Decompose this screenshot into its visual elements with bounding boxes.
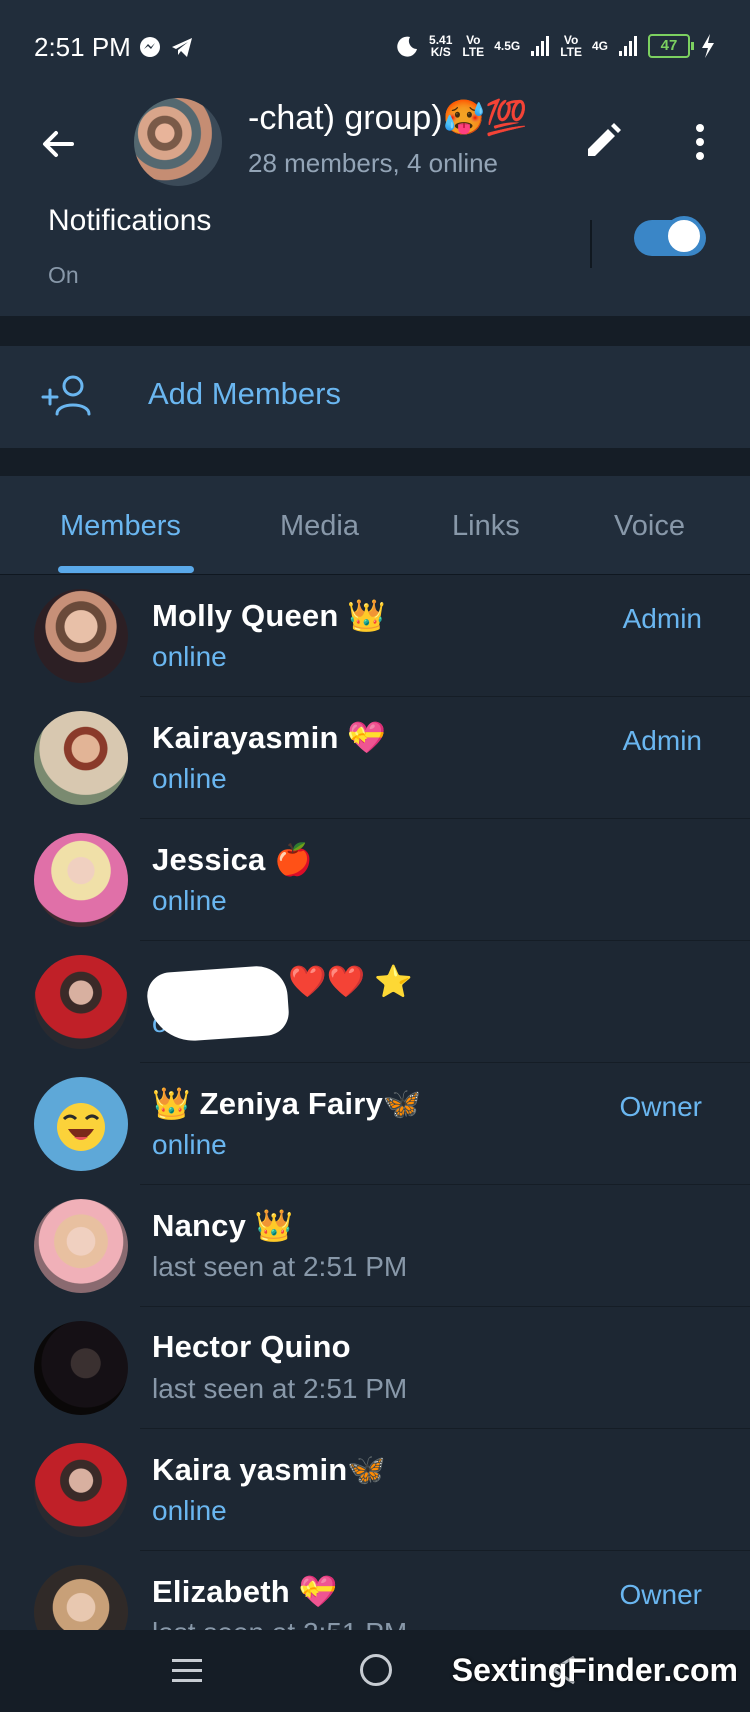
toggle-knob bbox=[664, 216, 704, 256]
list-item[interactable]: ❤️❤️ ⭐ online bbox=[0, 941, 750, 1063]
active-tab-indicator bbox=[58, 566, 194, 573]
vo-lte-2: Vo LTE bbox=[560, 33, 582, 59]
moon-icon bbox=[397, 36, 418, 57]
avatar bbox=[34, 589, 128, 683]
avatar bbox=[34, 833, 128, 927]
network-4-5g: 4.5G bbox=[494, 39, 521, 53]
member-name: Elizabeth 💝 bbox=[152, 1574, 338, 1609]
member-status: last seen at 2:51 PM bbox=[152, 1373, 408, 1404]
notifications-title: Notifications bbox=[48, 204, 212, 237]
section-gap bbox=[0, 316, 750, 346]
member-name: Hector Quino bbox=[152, 1329, 351, 1364]
signal-icon bbox=[531, 36, 550, 56]
avatar bbox=[34, 711, 128, 805]
more-vertical-icon[interactable] bbox=[676, 118, 724, 166]
add-members-label: Add Members bbox=[148, 376, 341, 411]
notifications-toggle[interactable] bbox=[634, 216, 706, 256]
member-role: Admin bbox=[622, 725, 702, 756]
list-item[interactable]: Kairayasmin 💝 online Admin bbox=[0, 697, 750, 819]
tab-members[interactable]: Members bbox=[60, 510, 181, 543]
charging-icon bbox=[702, 34, 714, 58]
status-bar: 2:51 PM 5.41 K/S Vo LTE 4.5G Vo LTE 4G 4… bbox=[0, 0, 750, 92]
redaction-scribble bbox=[145, 964, 291, 1044]
tab-voice[interactable]: Voice bbox=[614, 510, 685, 543]
member-status: last seen at 2:51 PM bbox=[152, 1617, 407, 1630]
avatar bbox=[34, 1321, 128, 1415]
list-item[interactable]: Elizabeth 💝 last seen at 2:51 PM Owner bbox=[0, 1551, 750, 1630]
home-icon[interactable] bbox=[360, 1654, 392, 1686]
group-title: -chat) group)🥵💯 bbox=[248, 99, 528, 137]
member-status: online bbox=[152, 1495, 227, 1526]
member-name: Kairayasmin 💝 bbox=[152, 720, 387, 755]
member-status: online bbox=[152, 1129, 227, 1160]
status-time: 2:51 PM bbox=[34, 32, 131, 62]
system-nav-bar: SextingFinder.com bbox=[0, 1630, 750, 1712]
battery-indicator: 47 bbox=[648, 34, 694, 58]
member-status: online bbox=[152, 641, 227, 672]
member-status: online bbox=[152, 885, 227, 916]
pencil-icon[interactable] bbox=[578, 118, 626, 166]
net-speed: 5.41 K/S bbox=[429, 33, 453, 59]
add-person-icon bbox=[41, 375, 91, 416]
messenger-icon bbox=[140, 37, 160, 57]
tab-media[interactable]: Media bbox=[280, 510, 359, 543]
watermark: SextingFinder.com bbox=[451, 1652, 738, 1688]
avatar bbox=[34, 1077, 128, 1171]
profile-tabs: Members Media Links Voice bbox=[0, 476, 750, 575]
member-name: Jessica 🍎 bbox=[152, 842, 314, 877]
member-name: 👑 Zeniya Fairy🦋 bbox=[152, 1086, 422, 1121]
telegram-icon bbox=[172, 38, 192, 57]
list-item[interactable]: Jessica 🍎 online bbox=[0, 819, 750, 941]
tab-links[interactable]: Links bbox=[452, 510, 520, 543]
emoji-face-icon bbox=[57, 1103, 105, 1151]
list-item[interactable]: Nancy 👑 last seen at 2:51 PM bbox=[0, 1185, 750, 1307]
chat-header: -chat) group)🥵💯 28 members, 4 online bbox=[0, 92, 750, 194]
avatar bbox=[34, 1199, 128, 1293]
member-role: Admin bbox=[622, 603, 702, 634]
avatar bbox=[34, 1565, 128, 1630]
status-indicators: 5.41 K/S Vo LTE 4.5G Vo LTE 4G 47 bbox=[395, 30, 716, 62]
member-role: Owner bbox=[619, 1091, 702, 1122]
avatar bbox=[34, 955, 128, 1049]
member-name: ❤️❤️ ⭐ bbox=[288, 964, 414, 999]
notifications-status: On bbox=[48, 262, 79, 288]
notifications-row[interactable]: Notifications On bbox=[0, 194, 750, 316]
list-item[interactable]: 👑 Zeniya Fairy🦋 online Owner bbox=[0, 1063, 750, 1185]
vo-lte-1: Vo LTE bbox=[462, 33, 485, 59]
network-4g: 4G bbox=[591, 39, 608, 53]
signal-icon-2 bbox=[619, 36, 637, 56]
list-item[interactable]: Molly Queen 👑 online Admin bbox=[0, 575, 750, 697]
list-item[interactable]: Kaira yasmin🦋 online bbox=[0, 1429, 750, 1551]
menu-icon[interactable] bbox=[170, 1656, 204, 1686]
member-status: last seen at 2:51 PM bbox=[152, 1251, 408, 1282]
section-gap-2 bbox=[0, 448, 750, 476]
member-role: Owner bbox=[619, 1579, 702, 1610]
members-list: Molly Queen 👑 online Admin Kairayasmin 💝… bbox=[0, 575, 750, 1630]
avatar bbox=[34, 1443, 128, 1537]
member-name: Kaira yasmin🦋 bbox=[152, 1452, 387, 1487]
member-name: Nancy 👑 bbox=[152, 1208, 294, 1243]
divider bbox=[590, 220, 592, 268]
back-arrow-icon[interactable] bbox=[34, 120, 82, 168]
member-name: Molly Queen 👑 bbox=[152, 598, 387, 633]
notification-icons bbox=[140, 37, 192, 57]
group-avatar[interactable] bbox=[134, 98, 222, 186]
add-members-row[interactable]: Add Members bbox=[0, 346, 750, 448]
list-item[interactable]: Hector Quino last seen at 2:51 PM bbox=[0, 1307, 750, 1429]
group-subtitle: 28 members, 4 online bbox=[248, 148, 499, 178]
member-status: online bbox=[152, 763, 227, 794]
